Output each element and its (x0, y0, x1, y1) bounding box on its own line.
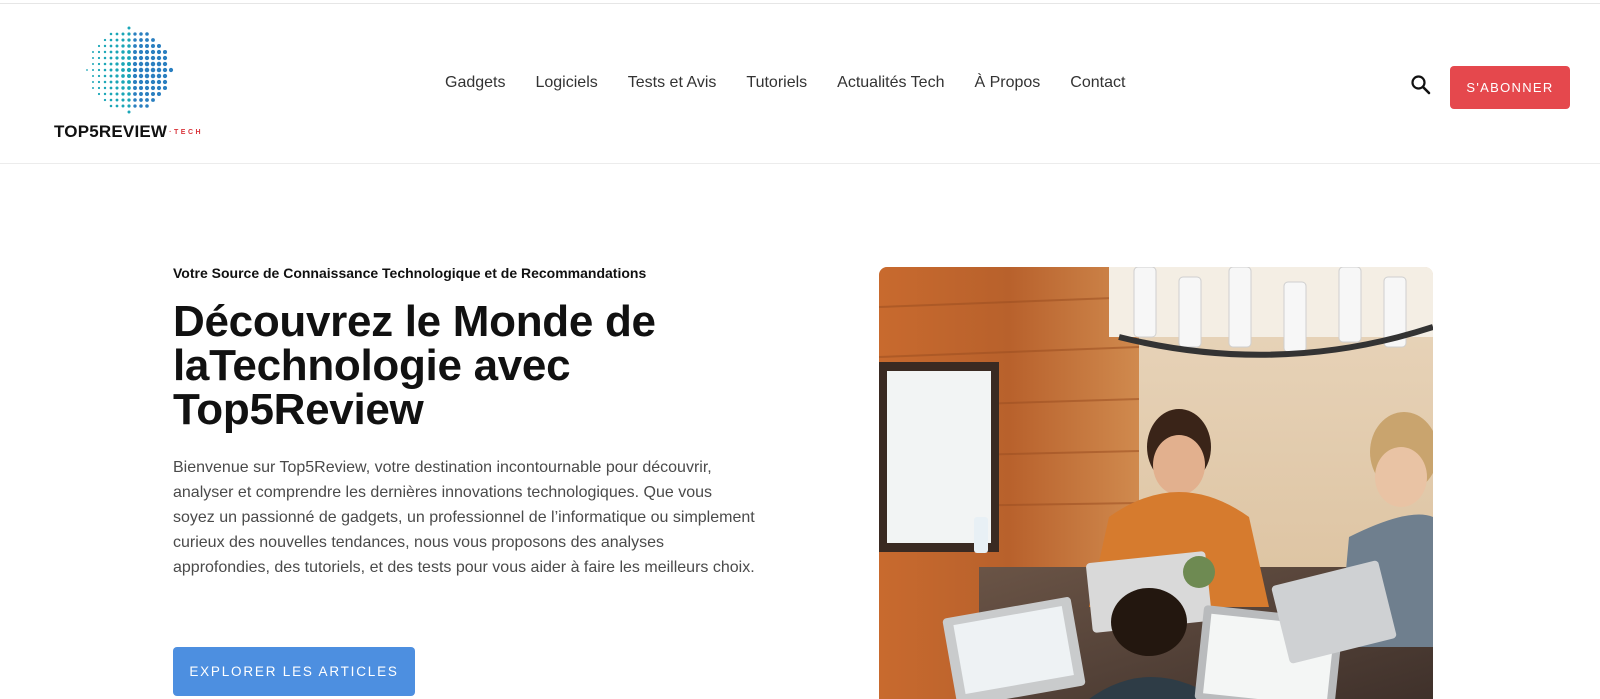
nav-item-logiciels[interactable]: Logiciels (535, 74, 597, 92)
explore-articles-button[interactable]: EXPLORER LES ARTICLES (173, 647, 415, 696)
hero-title-line-1: Découvrez le Monde de (173, 297, 656, 346)
hero-title: Découvrez le Monde de laTechnologie avec… (173, 300, 763, 432)
hero-content: Votre Source de Connaissance Technologiq… (173, 265, 763, 580)
logo-wordmark: TOP5REVIEW ·TECH (54, 122, 203, 142)
globe-logo-icon (86, 26, 174, 114)
logo-suffix: ·TECH (169, 129, 204, 137)
nav-item-actualites-tech[interactable]: Actualités Tech (837, 74, 944, 92)
nav-item-tutoriels[interactable]: Tutoriels (746, 74, 807, 92)
hero-eyebrow: Votre Source de Connaissance Technologiq… (173, 265, 647, 281)
hero-photo-illustration (879, 267, 1433, 699)
hero-title-line-3: Top5Review (173, 385, 424, 434)
logo-suffix-text: TECH (174, 129, 204, 137)
nav-item-tests-avis[interactable]: Tests et Avis (628, 74, 717, 92)
nav-item-a-propos[interactable]: À Propos (974, 74, 1040, 92)
nav-item-gadgets[interactable]: Gadgets (445, 74, 505, 92)
site-header: TOP5REVIEW ·TECH Gadgets Logiciels Tests … (0, 4, 1600, 164)
hero-description: Bienvenue sur Top5Review, votre destinat… (173, 459, 755, 576)
hero-photo-team-working (879, 267, 1433, 699)
search-button[interactable] (1410, 74, 1432, 96)
logo-name: TOP5REVIEW (54, 122, 168, 141)
hero-title-line-2: laTechnologie avec (173, 341, 571, 390)
nav-item-contact[interactable]: Contact (1070, 74, 1125, 92)
site-logo[interactable]: TOP5REVIEW ·TECH (54, 18, 229, 144)
main-nav: Gadgets Logiciels Tests et Avis Tutoriel… (445, 74, 1155, 92)
search-icon (1411, 75, 1431, 95)
subscribe-button[interactable]: S'ABONNER (1450, 66, 1570, 109)
